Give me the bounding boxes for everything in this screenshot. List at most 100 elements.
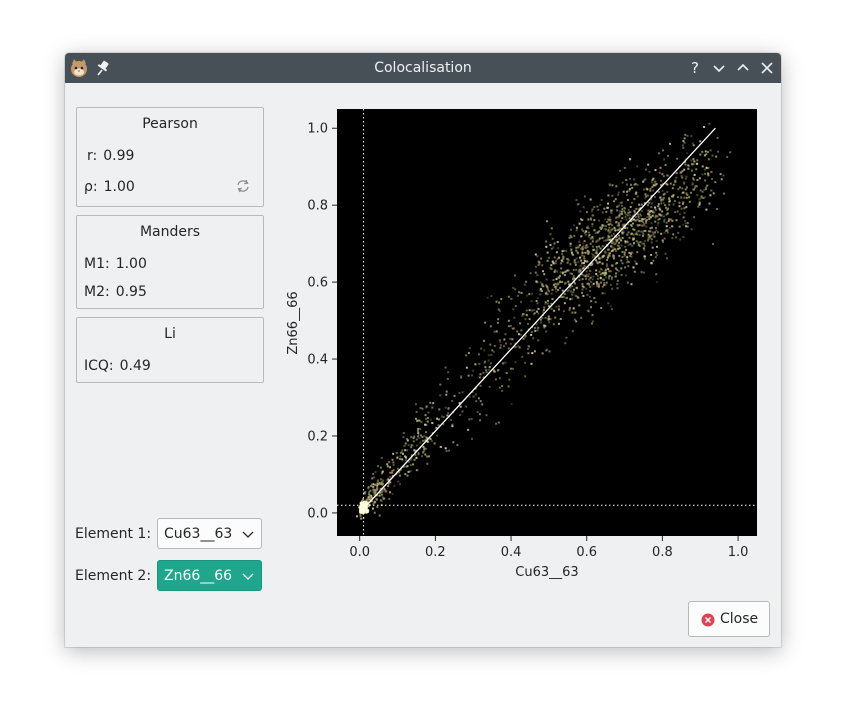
scatter-point [522, 313, 525, 316]
scatter-point [575, 226, 578, 229]
scatter-point [465, 354, 468, 357]
scatter-point [487, 359, 490, 362]
scatter-point [683, 168, 686, 171]
scatter-point [550, 247, 553, 250]
scatter-point [555, 278, 558, 281]
scatter-point [621, 250, 624, 253]
scatter-point [607, 268, 610, 270]
minimize-icon[interactable] [710, 59, 728, 77]
scatter-point [403, 445, 406, 447]
close-icon[interactable] [758, 59, 776, 77]
scatter-point [591, 225, 594, 228]
scatter-point [480, 347, 483, 350]
scatter-point [572, 307, 575, 310]
element2-combobox[interactable]: Zn66__66 [157, 560, 262, 591]
scatter-point [631, 201, 633, 204]
x-axis-label: Cu63__63 [515, 565, 578, 580]
scatter-point [690, 228, 693, 231]
scatter-point [668, 226, 671, 229]
scatter-point [681, 176, 684, 179]
colocalisation-scatter-plot[interactable]: 0.0 0.2 0.4 0.6 0.8 1.0 0.0 0.2 0.4 0.6 0.8 1.0 Cu6… [285, 101, 765, 586]
scatter-point [456, 444, 459, 447]
scatter-point [666, 228, 669, 231]
scatter-point [380, 478, 382, 481]
help-icon[interactable]: ? [686, 59, 704, 77]
scatter-point [626, 227, 629, 230]
scatter-point [650, 241, 653, 244]
scatter-point [659, 196, 662, 199]
scatter-point [644, 193, 647, 196]
scatter-point [710, 189, 713, 192]
scatter-point [614, 248, 616, 251]
scatter-point [573, 282, 576, 285]
scatter-point [608, 254, 611, 257]
scatter-point [676, 210, 679, 213]
scatter-point [609, 218, 612, 221]
scatter-point [362, 498, 365, 501]
scatter-point [657, 222, 660, 225]
scatter-point [477, 397, 480, 400]
scatter-point [557, 282, 560, 285]
scatter-point [682, 144, 684, 147]
scatter-point [683, 137, 686, 140]
scatter-point [552, 323, 555, 326]
scatter-point [674, 236, 677, 239]
scatter-point [611, 194, 614, 197]
scatter-point [561, 272, 564, 275]
scatter-point [642, 247, 645, 250]
scatter-point [594, 232, 597, 234]
close-button[interactable]: Close [688, 601, 770, 637]
scatter-point [424, 453, 427, 456]
scatter-point [536, 273, 539, 276]
scatter-point [546, 259, 549, 262]
title-bar[interactable]: Colocalisation ? [65, 53, 781, 83]
scatter-point [580, 235, 583, 238]
scatter-point [404, 449, 407, 452]
scatter-point [599, 203, 602, 206]
scatter-point [604, 228, 607, 231]
refresh-icon[interactable] [235, 178, 251, 194]
scatter-point [359, 514, 362, 517]
scatter-point [517, 294, 520, 297]
scatter-point [567, 289, 570, 292]
maximize-icon[interactable] [734, 59, 752, 77]
element1-combobox[interactable]: Cu63__63 [157, 518, 262, 549]
scatter-point [576, 203, 579, 206]
scatter-point [601, 245, 604, 248]
scatter-point [446, 377, 449, 380]
scatter-point [543, 273, 546, 276]
scatter-point [601, 292, 604, 295]
scatter-point [710, 170, 713, 173]
element2-value: Zn66__66 [164, 568, 233, 584]
scatter-point [627, 212, 630, 214]
scatter-point [507, 319, 510, 322]
scatter-point [389, 475, 392, 478]
scatter-point [597, 282, 600, 285]
scatter-point [703, 154, 706, 157]
scatter-point [583, 240, 586, 243]
scatter-point [550, 267, 553, 270]
scatter-point [447, 371, 450, 374]
scatter-point [399, 455, 402, 458]
scatter-point [524, 361, 526, 364]
scatter-point [439, 394, 442, 397]
scatter-point [590, 264, 593, 266]
scatter-point [550, 292, 553, 295]
scatter-point [402, 436, 405, 439]
scatter-point [700, 195, 703, 198]
scatter-point [420, 421, 423, 424]
scatter-point [521, 355, 524, 358]
scatter-point [518, 346, 521, 349]
scatter-point [607, 238, 610, 241]
scatter-point [618, 204, 620, 207]
scatter-point [633, 209, 636, 212]
scatter-point [498, 309, 501, 312]
scatter-point [397, 480, 400, 483]
scatter-point [534, 329, 537, 332]
scatter-point [620, 273, 623, 276]
scatter-point [598, 261, 601, 264]
scatter-point [376, 506, 379, 508]
scatter-point [409, 470, 412, 473]
scatter-point [588, 278, 591, 281]
scatter-point [468, 395, 471, 398]
